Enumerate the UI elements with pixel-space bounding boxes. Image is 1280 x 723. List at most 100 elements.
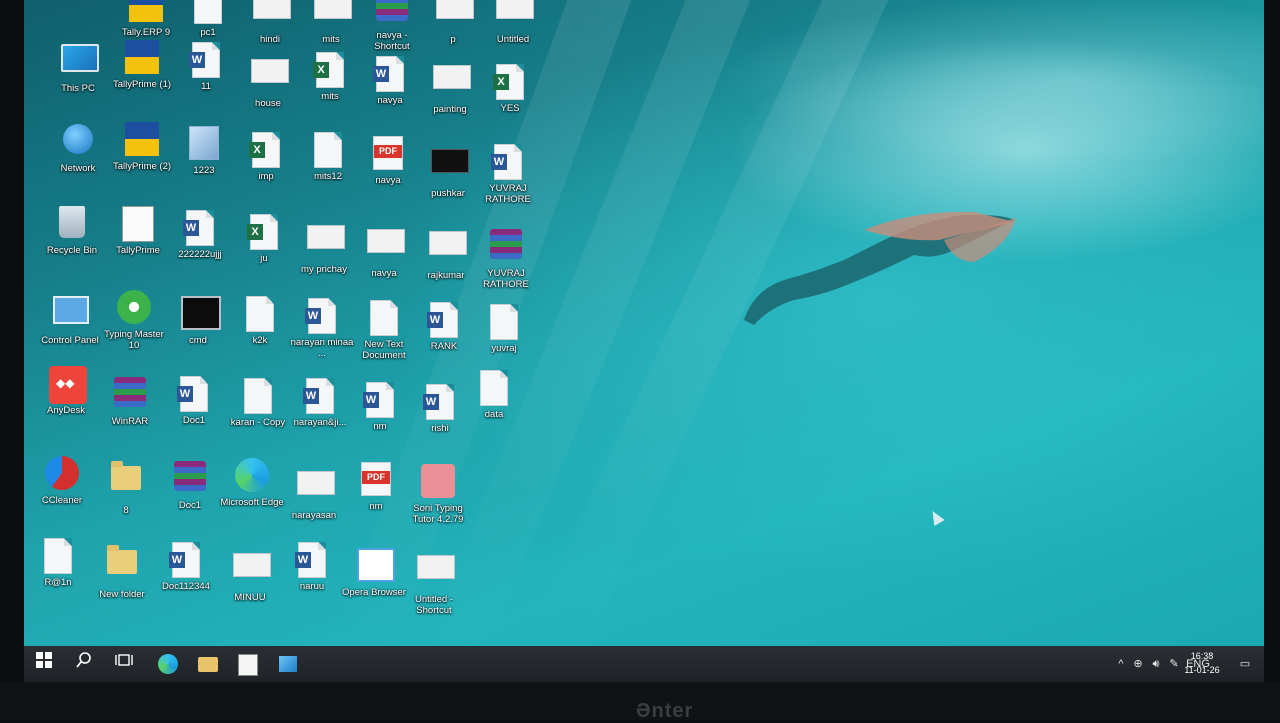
desktop-icon-typing-master[interactable]: Typing Master 10: [100, 290, 168, 351]
desktop-icon-imp[interactable]: Ximp: [232, 132, 300, 182]
desktop-icon-my-prichay[interactable]: my prichay: [290, 218, 358, 275]
desktop-icon-label: WinRAR: [111, 416, 149, 427]
windows-start-icon[interactable]: [26, 650, 62, 678]
desktop-icon-yuvraj-rathore-word[interactable]: W YUVRAJ RATHORE: [474, 144, 542, 205]
desktop-icon-narayan-ji[interactable]: Wnarayan&ji...: [286, 378, 354, 428]
desktop-icon-untitled[interactable]: Untitled: [479, 0, 547, 45]
desktop-icon-mits-top[interactable]: mits: [297, 0, 365, 45]
desktop-icon-label: Untitled: [496, 34, 530, 45]
desktop-icon-tallyprime[interactable]: TallyPrime: [104, 206, 172, 256]
desktop-icon-label: house: [255, 98, 281, 109]
desktop-icon-yuvraj-rathore-rar[interactable]: YUVRAJ RATHORE: [472, 226, 540, 290]
desktop-icon-label: Tally.ERP 9: [121, 27, 171, 38]
notification-icon[interactable]: ▭: [1232, 646, 1258, 682]
desktop-icon-karan-copy[interactable]: karan - Copy: [224, 378, 292, 428]
desktop-icon-label: Soni Typing Tutor 4.2.79: [412, 503, 464, 525]
desktop-icon-new-text-document[interactable]: New Text Document: [350, 300, 418, 361]
desktop-icon-winrar[interactable]: WinRAR: [96, 374, 164, 427]
desktop-icon-data[interactable]: data: [460, 370, 528, 420]
desktop-icon-label: New Text Document: [362, 339, 406, 361]
desktop-icon-pc1[interactable]: pc1: [174, 0, 242, 38]
tally-icon[interactable]: [230, 650, 266, 678]
desktop-icon-doc1-rar[interactable]: Doc1: [156, 458, 224, 511]
desktop-icon-control-panel[interactable]: Control Panel: [36, 290, 104, 346]
bin-icon: [55, 206, 89, 242]
desktop-icon-minuu[interactable]: MINUU: [216, 546, 284, 603]
desktop-icon-hindi[interactable]: hindi: [236, 0, 304, 45]
desktop-icon-house[interactable]: house: [234, 52, 302, 109]
desktop-icon-label: imp: [258, 171, 274, 182]
img-icon: [367, 229, 405, 265]
clock[interactable]: 16:38 11-01-26: [1180, 649, 1224, 677]
desktop-icon-label: navya: [377, 95, 403, 106]
img-icon: [253, 0, 291, 31]
word-icon: W: [363, 382, 397, 418]
desktop-icon-tallyprime-1[interactable]: TallyPrime (1): [108, 40, 176, 90]
desktop-icon-navya-shortcut[interactable]: navya - Shortcut: [358, 0, 426, 52]
desktop-icon-recycle-bin[interactable]: Recycle Bin: [38, 204, 106, 256]
desktop-icon-nm-pdf[interactable]: PDF nm: [342, 462, 410, 512]
desktop-icon-yes[interactable]: X YES: [476, 64, 544, 114]
desktop-icon-222222ujjj[interactable]: W 222222ujjj: [166, 210, 234, 260]
desktop-icon-tallyprime-2[interactable]: TallyPrime (2): [108, 122, 176, 172]
img-icon: [314, 0, 352, 31]
task-view-icon[interactable]: [106, 650, 142, 678]
desktop-screen: Tally.ERP 9 pc1 hindi mits navya - Shortcut p…: [24, 0, 1264, 682]
desktop-icon-this-pc[interactable]: This PC: [44, 40, 112, 94]
desktop-icon-pushkar[interactable]: pushkar: [414, 142, 482, 199]
desktop-icon-label: mits: [321, 91, 339, 102]
show-hidden-icons-button[interactable]: ^: [1114, 646, 1128, 682]
desktop-icon-p[interactable]: p: [419, 0, 487, 45]
desktop-icon-1223[interactable]: 1223: [170, 126, 238, 176]
doc-icon: [477, 370, 511, 406]
desktop-icon-label: mits12: [314, 171, 342, 182]
desktop-icon-ju[interactable]: Xju: [230, 214, 298, 264]
desktop-icon-untitled-shortcut[interactable]: Untitled - Shortcut: [400, 548, 468, 616]
desktop-icon-rajkumar[interactable]: rajkumar: [412, 224, 480, 281]
word-icon: W: [303, 378, 337, 414]
desktop-icon-soni-typing[interactable]: Soni Typing Tutor 4.2.79: [404, 464, 472, 525]
desktop-icon-cmd[interactable]: cmd: [164, 294, 232, 346]
desktop-icon-11[interactable]: W 11: [172, 42, 240, 92]
volume-icon[interactable]: 🔊︎: [1148, 646, 1164, 682]
ccleaner-icon: [45, 456, 79, 492]
desktop-icon-doc1-word[interactable]: W Doc1: [160, 376, 228, 426]
desktop-icon-8[interactable]: 8: [92, 458, 160, 516]
file-explorer-icon[interactable]: [190, 650, 226, 678]
desktop-icon-nm-word[interactable]: Wnm: [346, 382, 414, 432]
search-icon[interactable]: [66, 650, 102, 678]
desktop-icon-label: painting: [433, 104, 467, 115]
desktop-icon-new-folder[interactable]: New folder: [88, 542, 156, 600]
desktop-icon-label: TallyPrime (1): [112, 79, 172, 90]
desktop-icon-tally-erp9[interactable]: Tally.ERP 9: [112, 0, 180, 38]
desktop-icon-microsoft-edge[interactable]: Microsoft Edge: [218, 458, 286, 508]
desktop-icon-narayan-minaa[interactable]: Wnarayan minaa ...: [288, 298, 356, 359]
desktop-icon-navya-word[interactable]: Wnavya: [356, 56, 424, 106]
desktop-icon-yuvraj[interactable]: yuvraj: [470, 304, 538, 354]
desktop-icon-opera-browser[interactable]: Opera Browser: [340, 546, 408, 598]
app-icon[interactable]: [270, 650, 306, 678]
desktop-icon-doc112344[interactable]: W Doc112344: [152, 542, 220, 592]
desktop-icon-k2k[interactable]: k2k: [226, 296, 294, 346]
network-icon[interactable]: ⊕: [1130, 646, 1146, 682]
desktop-icon-label: Doc112344: [162, 581, 210, 592]
desktop-icon-mits[interactable]: Xmits: [296, 52, 364, 102]
desktop-icon-r1n[interactable]: R@1n: [24, 538, 92, 588]
desktop-icon-painting[interactable]: painting: [416, 58, 484, 115]
desktop-icon-naruu[interactable]: Wnaruu: [278, 542, 346, 592]
desktop-icon-label: R@1n: [44, 577, 72, 588]
desktop-icon-ccleaner[interactable]: CCleaner: [28, 456, 96, 506]
desktop-icon-label: yuvraj: [491, 343, 517, 354]
desktop-icon-narayasan[interactable]: narayasan: [280, 464, 348, 521]
desktop-icon-anydesk[interactable]: AnyDesk: [32, 366, 100, 416]
desktop-icon-mits12[interactable]: mits12: [294, 132, 362, 182]
desktop-icon-network[interactable]: Network: [44, 122, 112, 174]
edge-icon[interactable]: [150, 650, 186, 678]
folder-icon: [105, 545, 139, 586]
edge-icon: [235, 458, 269, 494]
desktop-icon-navya-pdf[interactable]: PDF navya: [354, 136, 422, 186]
img-icon: [417, 555, 455, 591]
desktop-icon-navya-img[interactable]: navya: [350, 222, 418, 279]
desktop-icon-rank[interactable]: W RANK: [410, 302, 478, 352]
img-icon: [436, 0, 474, 31]
